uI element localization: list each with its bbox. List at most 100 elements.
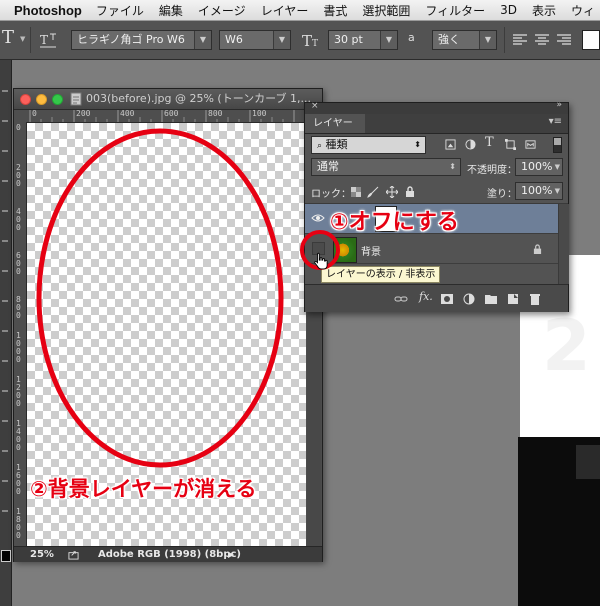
tool-tick[interactable] [2, 480, 8, 482]
ruler-corner[interactable] [14, 110, 26, 122]
tool-tick[interactable] [2, 150, 8, 152]
font-style-value: W6 [225, 33, 243, 46]
tools-panel [0, 60, 12, 606]
align-center-icon[interactable] [534, 30, 550, 50]
menu-edit[interactable]: 編集 [159, 2, 183, 19]
tool-tick[interactable] [2, 120, 8, 122]
font-style-select[interactable]: W6 ▼ [219, 30, 291, 50]
lock-move-icon[interactable] [386, 186, 398, 198]
panel-header[interactable]: × » [305, 100, 568, 114]
chevron-down-icon: ▼ [194, 31, 211, 49]
chevron-updown-icon: ⬍ [414, 140, 421, 149]
tool-tick[interactable] [2, 450, 8, 452]
share-icon[interactable] [68, 549, 79, 560]
adjustment-icon[interactable] [463, 293, 475, 305]
menu-view[interactable]: 表示 [532, 2, 556, 19]
status-bar: 25% Adobe RGB (1998) (8bpc) ▶ [14, 546, 322, 562]
filter-pixel-icon[interactable] [445, 139, 456, 150]
ruler-label: 100 [252, 110, 267, 118]
antialias-select[interactable]: 強く ▼ [432, 30, 497, 50]
vertical-ruler[interactable]: 0 2 0 0 4 0 0 6 0 0 8 0 0 1 0 0 0 1 2 0 … [14, 122, 27, 546]
tool-tick[interactable] [2, 180, 8, 182]
fill-value: 100% [521, 184, 553, 197]
blend-mode-select[interactable]: 通常 ⬍ [311, 158, 461, 176]
menu-app-name[interactable]: Photoshop [14, 3, 82, 18]
menu-filter[interactable]: フィルター [425, 2, 485, 19]
layer-row-background[interactable]: 背景 [305, 234, 568, 264]
ruler-label: 800 [208, 110, 223, 118]
filter-shape-icon[interactable] [505, 139, 516, 150]
tool-tick[interactable] [2, 210, 8, 212]
filter-row: ⌕ 種類 ⬍ T [305, 133, 568, 155]
tool-tick[interactable] [2, 90, 8, 92]
filter-toggle-switch[interactable] [553, 137, 562, 153]
font-size-field[interactable]: 30 pt ▼ [328, 30, 398, 50]
lock-row: ロック： 塗り： 100% ▼ [305, 179, 568, 204]
text-color-swatch[interactable] [582, 30, 600, 50]
eye-icon[interactable] [311, 211, 325, 225]
workspace-background [567, 102, 600, 255]
align-right-icon[interactable] [556, 30, 572, 50]
svg-text:T: T [312, 39, 318, 49]
filter-type-icon[interactable]: T [485, 135, 494, 150]
ruler-label: 400 [120, 110, 135, 118]
collapse-icon[interactable]: » [556, 100, 562, 110]
font-family-select[interactable]: ヒラギノ角ゴ Pro W6 ▼ [71, 30, 212, 50]
foreground-color-swatch[interactable] [1, 550, 11, 562]
panel-tabs: レイヤー ▾≡ [305, 114, 568, 134]
mask-icon[interactable] [441, 293, 453, 305]
fill-field[interactable]: 100% ▼ [515, 182, 563, 200]
tool-preset-arrow-icon[interactable]: ▼ [20, 35, 25, 55]
horizontal-ruler[interactable]: 0 200 400 600 800 100 [26, 110, 322, 123]
lock-all-icon[interactable] [405, 186, 415, 198]
fill-label: 塗り： [487, 189, 517, 200]
chevron-down-icon: ▼ [554, 163, 560, 171]
maximize-button[interactable] [52, 94, 63, 105]
search-icon: ⌕ [317, 141, 323, 151]
menu-layer[interactable]: レイヤー [261, 2, 309, 19]
tool-tick[interactable] [2, 270, 8, 272]
zoom-level[interactable]: 25% [30, 547, 54, 562]
close-button[interactable] [20, 94, 31, 105]
layer-filter-select[interactable]: ⌕ 種類 ⬍ [311, 136, 426, 154]
lock-brush-icon[interactable] [367, 186, 379, 198]
layer-filter-value: 種類 [325, 138, 348, 151]
panel-scrollbar[interactable] [558, 204, 569, 284]
close-icon[interactable]: × [311, 101, 319, 111]
folder-icon[interactable] [485, 293, 497, 305]
tab-layers[interactable]: レイヤー [305, 114, 365, 133]
menu-select[interactable]: 選択範囲 [362, 2, 410, 19]
menu-image[interactable]: イメージ [198, 2, 246, 19]
tool-tick[interactable] [2, 390, 8, 392]
lock-transparent-icon[interactable] [351, 187, 361, 197]
filter-adjustment-icon[interactable] [465, 139, 476, 150]
tool-tick[interactable] [2, 510, 8, 512]
document-title-bar[interactable]: 003(before).jpg @ 25% (トーンカーブ 1,... [14, 89, 322, 110]
minimize-button[interactable] [36, 94, 47, 105]
opacity-field[interactable]: 100% ▼ [515, 158, 563, 176]
tool-tick[interactable] [2, 330, 8, 332]
tool-tick[interactable] [2, 420, 8, 422]
layer-thumbnail-background [333, 237, 357, 263]
menu-3d[interactable]: 3D [500, 3, 517, 17]
link-icon[interactable] [394, 293, 408, 305]
orientation-toggle-icon[interactable]: T [38, 30, 58, 50]
options-bar: T ▼ T ヒラギノ角ゴ Pro W6 ▼ W6 ▼ TT 30 pt ▼ a … [0, 21, 600, 60]
tool-tick[interactable] [2, 300, 8, 302]
align-left-icon[interactable] [512, 30, 528, 50]
menu-type[interactable]: 書式 [323, 2, 347, 19]
menu-window[interactable]: ウィ [571, 2, 595, 19]
new-layer-icon[interactable] [507, 293, 519, 305]
menu-file[interactable]: ファイル [96, 2, 144, 19]
fx-icon[interactable]: fx. [419, 290, 433, 303]
tool-tick[interactable] [2, 240, 8, 242]
filter-smartobject-icon[interactable] [525, 139, 536, 150]
type-tool-icon[interactable]: T [2, 27, 14, 48]
ruler-label: 8 0 0 [16, 295, 21, 320]
panel-menu-icon[interactable]: ▾≡ [549, 116, 562, 127]
status-menu-arrow-icon[interactable]: ▶ [228, 547, 234, 562]
background-document-dark-area [518, 437, 600, 606]
tool-tick[interactable] [2, 360, 8, 362]
trash-icon[interactable] [529, 293, 541, 305]
ruler-label: 200 [76, 110, 91, 118]
